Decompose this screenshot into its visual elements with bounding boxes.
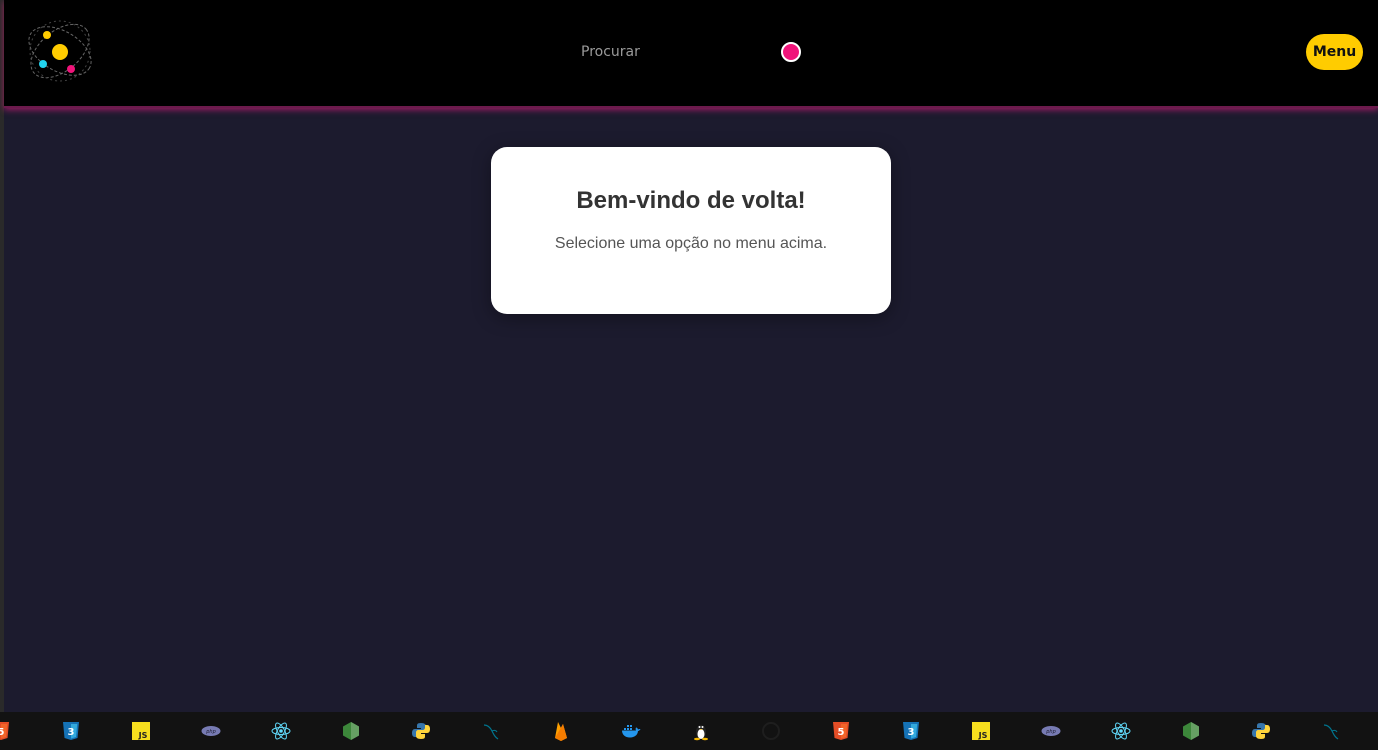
top-header: Procurar Menu (4, 0, 1378, 108)
page: Procurar Menu Bem-vindo de volta! Seleci… (0, 0, 1378, 750)
html5-icon: 5 (831, 721, 851, 741)
search-indicator-icon[interactable] (781, 42, 801, 62)
logo-atom-icon[interactable] (24, 15, 96, 87)
left-edge-strip (0, 0, 4, 750)
react-icon (1111, 721, 1131, 741)
menu-button[interactable]: Menu (1306, 34, 1363, 70)
welcome-card: Bem-vindo de volta! Selecione uma opção … (491, 147, 891, 314)
svg-text:3: 3 (68, 727, 75, 738)
svg-text:php: php (205, 729, 216, 735)
welcome-message: Selecione uma opção no menu acima. (554, 235, 828, 252)
svg-text:5: 5 (838, 727, 845, 738)
html5-icon: 5 (0, 721, 11, 741)
javascript-icon: JS (131, 721, 151, 741)
react-icon (271, 721, 291, 741)
nodejs-icon (341, 721, 361, 741)
php-icon: php (201, 721, 221, 741)
search-bar[interactable]: Procurar (564, 36, 814, 68)
svg-text:3: 3 (908, 727, 915, 738)
mysql-icon (481, 721, 501, 741)
docker-icon (621, 721, 641, 741)
search-label[interactable]: Procurar (581, 44, 640, 60)
nodejs-icon (1181, 721, 1201, 741)
github-icon (761, 721, 781, 741)
javascript-icon: JS (971, 721, 991, 741)
svg-text:JS: JS (138, 731, 148, 740)
svg-text:5: 5 (0, 727, 5, 738)
python-icon (1251, 721, 1271, 741)
svg-text:JS: JS (978, 731, 988, 740)
welcome-title: Bem-vindo de volta! (576, 187, 806, 214)
css3-icon: 3 (61, 721, 81, 741)
css3-icon: 3 (901, 721, 921, 741)
python-icon (411, 721, 431, 741)
mysql-icon (1321, 721, 1341, 741)
firebase-icon (551, 721, 571, 741)
tech-icons-bar: 5 3 JS php 5 3 JS php (0, 712, 1378, 750)
linux-icon (691, 721, 711, 741)
php-icon: php (1041, 721, 1061, 741)
svg-text:php: php (1045, 729, 1056, 735)
